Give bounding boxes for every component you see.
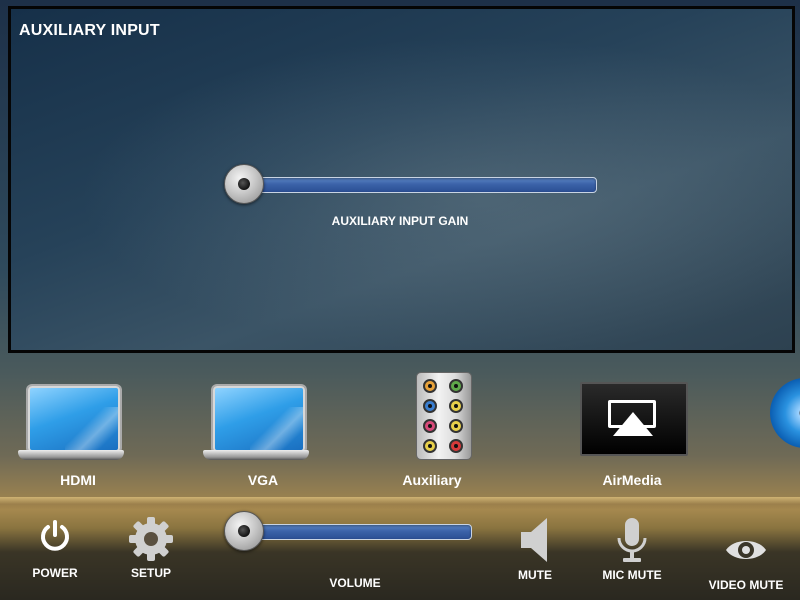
divider xyxy=(0,497,800,509)
mute-label: MUTE xyxy=(518,568,552,582)
volume-control: VOLUME xyxy=(300,576,410,590)
power-button[interactable]: POWER xyxy=(20,518,90,580)
video-mute-label: VIDEO MUTE xyxy=(708,578,784,592)
volume-slider[interactable] xyxy=(240,524,472,540)
auxiliary-gain-label: AUXILIARY INPUT GAIN xyxy=(331,214,469,228)
mic-mute-label: MIC MUTE xyxy=(602,568,662,582)
microphone-icon xyxy=(617,518,647,562)
panel-title: AUXILIARY INPUT xyxy=(19,22,160,39)
mute-button[interactable]: MUTE xyxy=(500,516,570,582)
power-icon xyxy=(41,520,69,551)
disc-icon[interactable] xyxy=(770,378,800,448)
source-airmedia-label: AirMedia xyxy=(602,472,662,488)
source-auxiliary-label: Auxiliary xyxy=(402,472,462,488)
source-hdmi-label: HDMI xyxy=(60,472,96,488)
speaker-icon xyxy=(521,518,547,562)
mic-mute-button[interactable]: MIC MUTE xyxy=(592,516,672,582)
rca-jacks-icon xyxy=(416,372,472,460)
auxiliary-gain-knob[interactable] xyxy=(224,164,264,204)
volume-label: VOLUME xyxy=(329,576,381,590)
airplay-icon xyxy=(580,382,688,456)
setup-button[interactable]: SETUP xyxy=(116,515,186,580)
volume-knob[interactable] xyxy=(224,511,264,551)
power-label: POWER xyxy=(32,566,78,580)
auxiliary-gain-slider[interactable] xyxy=(240,177,597,193)
slider-track[interactable] xyxy=(240,177,597,193)
video-mute-button[interactable]: VIDEO MUTE xyxy=(700,536,792,592)
volume-track[interactable] xyxy=(240,524,472,540)
setup-label: SETUP xyxy=(130,566,171,580)
gear-icon xyxy=(129,517,173,561)
control-bar: POWER SETUP VOLUME MUTE MIC MUTE VIDEO M… xyxy=(0,510,800,600)
eye-icon xyxy=(726,541,766,559)
source-vga-label: VGA xyxy=(247,472,279,488)
